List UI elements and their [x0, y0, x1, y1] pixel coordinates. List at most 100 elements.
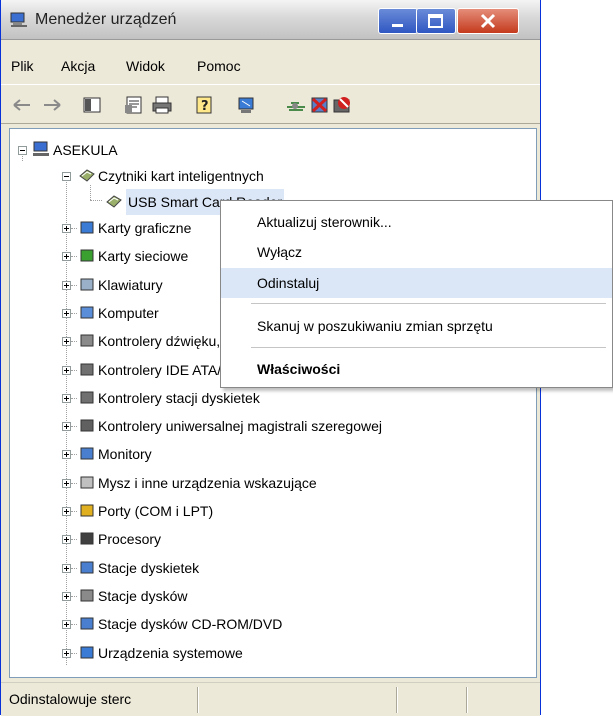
- device-category-icon: [80, 278, 94, 291]
- tree-category[interactable]: Stacje dysków: [10, 583, 536, 609]
- tree-category-smart-card-readers[interactable]: Czytniki kart inteligentnych: [10, 163, 536, 189]
- expand-icon[interactable]: [62, 224, 71, 233]
- menu-bar: Plik Akcja Widok Pomoc: [1, 52, 540, 80]
- smart-card-reader-icon: [106, 195, 122, 208]
- tree-category-label: Stacje dyskietek: [98, 559, 200, 576]
- tree-line: [71, 511, 77, 512]
- tree-line: [71, 539, 77, 541]
- expand-icon[interactable]: [62, 478, 71, 488]
- menu-disable[interactable]: Wyłącz: [221, 237, 612, 267]
- tree-line: [71, 454, 77, 456]
- back-icon[interactable]: [11, 95, 33, 115]
- expand-icon[interactable]: [62, 422, 71, 432]
- device-category-icon: [80, 249, 94, 262]
- device-category-icon: [80, 532, 94, 545]
- tree-category[interactable]: Monitory: [10, 441, 536, 467]
- window-title: Menedżer urządzeń: [35, 11, 177, 28]
- tree-category[interactable]: Porty (COM i LPT): [10, 498, 536, 524]
- context-menu: Aktualizuj sterownik... Wyłącz Odinstalu…: [220, 200, 613, 388]
- tree-root[interactable]: ASEKULA: [10, 137, 536, 163]
- tree-category-label: Procesory: [98, 531, 162, 548]
- print-icon[interactable]: [151, 95, 173, 115]
- toolbar: ?: [1, 84, 540, 124]
- tree-category[interactable]: Mysz i inne urządzenia wskazujące: [10, 470, 536, 496]
- menu-properties[interactable]: Właściwości: [221, 354, 612, 384]
- status-divider: [197, 687, 199, 713]
- minimize-button[interactable]: [378, 8, 418, 34]
- tree-line: [71, 284, 77, 286]
- expand-icon[interactable]: [62, 450, 71, 460]
- device-category-icon: [80, 476, 94, 489]
- tree-category-label: Czytniki kart inteligentnych: [98, 168, 264, 184]
- expand-icon[interactable]: [62, 507, 71, 516]
- menu-widok[interactable]: Widok: [126, 58, 165, 74]
- expand-icon[interactable]: [62, 252, 71, 262]
- tree-line: [71, 567, 77, 569]
- menu-plik[interactable]: Plik: [11, 58, 34, 74]
- tree-line: [71, 341, 77, 343]
- forward-icon[interactable]: [41, 95, 63, 115]
- properties-icon[interactable]: [123, 95, 145, 115]
- tree-category-label: Komputer: [98, 304, 159, 321]
- menu-pomoc[interactable]: Pomoc: [197, 58, 241, 74]
- tree-line: [71, 426, 77, 428]
- tree-category[interactable]: Kontrolery uniwersalnej magistrali szere…: [10, 413, 536, 439]
- expand-icon[interactable]: [62, 620, 71, 630]
- expand-icon[interactable]: [62, 365, 71, 375]
- device-category-icon: [80, 447, 94, 460]
- close-button[interactable]: [457, 8, 519, 34]
- tree-line: [71, 397, 77, 399]
- device-category-icon: [80, 306, 94, 319]
- expand-icon[interactable]: [62, 393, 71, 403]
- menu-uninstall[interactable]: Odinstaluj: [221, 268, 612, 298]
- tree-root-label: ASEKULA: [53, 142, 118, 158]
- tree-category-label: Karty graficzne: [98, 220, 192, 236]
- collapse-icon[interactable]: [62, 172, 71, 181]
- console-tree-icon[interactable]: [81, 95, 103, 115]
- disable-icon[interactable]: [309, 95, 331, 115]
- tree-category[interactable]: Urządzenia systemowe: [10, 640, 536, 666]
- collapse-icon[interactable]: [18, 146, 27, 155]
- device-category-icon: [80, 334, 94, 347]
- expand-icon[interactable]: [62, 535, 71, 545]
- tree-category-label: Stacje dysków CD-ROM/DVD: [98, 616, 283, 633]
- expand-icon[interactable]: [62, 280, 71, 290]
- expand-icon[interactable]: [62, 648, 71, 658]
- expand-icon[interactable]: [62, 591, 71, 601]
- computer-icon: [10, 12, 27, 27]
- menu-akcja[interactable]: Akcja: [61, 58, 95, 74]
- smart-card-reader-icon: [79, 169, 95, 182]
- update-driver-icon[interactable]: [285, 95, 307, 115]
- svg-text:?: ?: [201, 99, 209, 114]
- tree-category-label: Porty (COM i LPT): [98, 503, 214, 519]
- expand-icon[interactable]: [62, 308, 71, 318]
- scan-hardware-icon[interactable]: [236, 95, 258, 115]
- status-bar: Odinstalowuje sterc: [1, 682, 540, 716]
- uninstall-icon[interactable]: [331, 95, 353, 115]
- title-bar[interactable]: Menedżer urządzeń: [1, 0, 540, 40]
- tree-line: [71, 482, 77, 484]
- tree-line: [71, 595, 77, 597]
- menu-update-driver[interactable]: Aktualizuj sterownik...: [221, 207, 612, 237]
- menu-scan-hardware[interactable]: Skanuj w poszukiwaniu zmian sprzętu: [221, 311, 612, 341]
- device-category-icon: [80, 419, 94, 432]
- device-category-icon: [80, 646, 94, 658]
- expand-icon[interactable]: [62, 563, 71, 573]
- computer-icon: [33, 141, 49, 156]
- device-category-icon: [80, 391, 94, 404]
- tree-category-label: Karty sieciowe: [98, 248, 189, 265]
- menu-separator: [251, 347, 606, 348]
- tree-category[interactable]: Stacje dysków CD-ROM/DVD: [10, 611, 536, 637]
- expand-icon[interactable]: [62, 337, 71, 347]
- tree-line: [71, 624, 77, 626]
- status-text: Odinstalowuje sterc: [9, 691, 132, 707]
- tree-line: [71, 312, 77, 314]
- menu-item-label: Skanuj w poszukiwaniu zmian sprzętu: [257, 318, 493, 334]
- tree-line: [71, 256, 77, 258]
- tree-category[interactable]: Procesory: [10, 526, 536, 552]
- help-icon[interactable]: ?: [194, 95, 216, 115]
- tree-category[interactable]: Stacje dyskietek: [10, 555, 536, 581]
- maximize-button[interactable]: [416, 8, 456, 34]
- status-divider: [396, 687, 398, 713]
- tree-category[interactable]: Kontrolery stacji dyskietek: [10, 385, 536, 411]
